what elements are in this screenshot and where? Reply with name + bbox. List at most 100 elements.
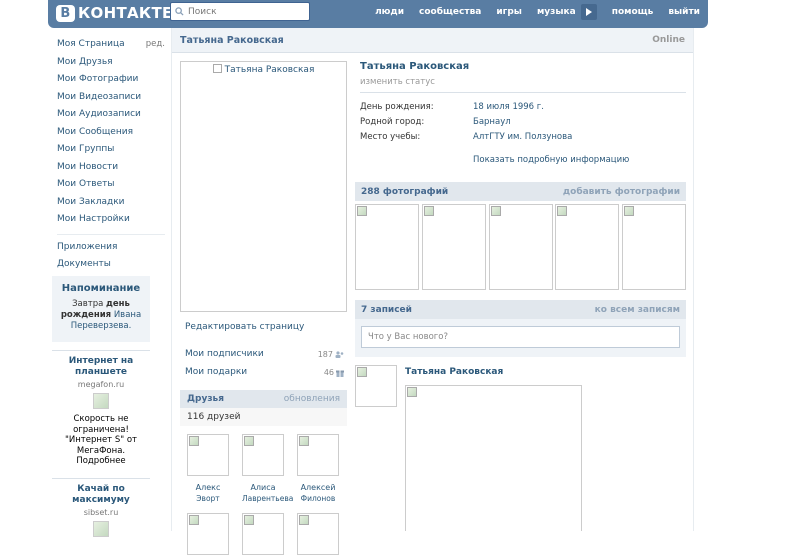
sidebar-item-label: Мои Сообщения [57, 126, 133, 137]
info-label: Родной город: [360, 117, 425, 127]
followers-count: 187 [318, 350, 344, 359]
search-icon [175, 7, 184, 16]
photo-strip [355, 204, 686, 290]
friend-card[interactable] [187, 513, 229, 555]
broken-image-icon [244, 515, 254, 525]
friend-last-name[interactable]: Эворт [187, 493, 229, 504]
sidebar: Моя Страница ред. Мои Друзья Мои Фотограф… [57, 36, 165, 274]
photo-thumb[interactable] [622, 204, 686, 290]
sidebar-item-messages[interactable]: Мои Сообщения [57, 124, 165, 142]
edit-link[interactable]: ред. [146, 36, 165, 54]
sidebar-item-label: Мои Группы [57, 144, 115, 154]
sidebar-item-label: Мои Фотографии [57, 74, 139, 84]
sidebar-item-groups[interactable]: Мои Группы [57, 141, 165, 159]
post-author-name[interactable]: Татьяна Раковская [405, 367, 503, 377]
edit-page-link[interactable]: Редактировать страницу [185, 322, 304, 332]
nav-music[interactable]: музыка [537, 7, 576, 17]
show-more-info-link[interactable]: Показать подробную информацию [473, 155, 629, 165]
play-button[interactable] [580, 4, 597, 20]
people-icon [335, 351, 344, 358]
profile-photo[interactable]: Татьяна Раковская [180, 61, 347, 312]
info-divider [360, 92, 686, 93]
broken-image-icon [490, 206, 501, 216]
ad-block[interactable]: Интернет на планшете megafon.ru Скорость… [52, 350, 150, 467]
reminder-title: Напоминание [61, 283, 141, 294]
sidebar-item-bookmarks[interactable]: Мои Закладки [57, 194, 165, 212]
friend-avatar[interactable] [187, 513, 229, 555]
gifts-link[interactable]: Мои подарки [185, 367, 247, 377]
online-status: Online [652, 35, 685, 45]
sidebar-item-news[interactable]: Мои Новости [57, 159, 165, 177]
ad-block[interactable]: Качай по максимуму sibset.ru [52, 478, 150, 542]
followers-link[interactable]: Мои подписчики [185, 349, 264, 359]
photo-thumb[interactable] [355, 204, 419, 290]
photo-thumb[interactable] [421, 204, 486, 290]
sidebar-item-settings[interactable]: Мои Настройки [57, 211, 165, 229]
info-value[interactable]: 18 июля 1996 г. [473, 102, 544, 112]
sidebar-item-answers[interactable]: Мои Ответы [57, 176, 165, 194]
logo-text: КОНТАКТЕ [78, 4, 173, 22]
sidebar-item-photos[interactable]: Мои Фотографии [57, 71, 165, 89]
friend-card[interactable]: Алиса Лаврентьева [242, 434, 293, 504]
friend-card[interactable]: Алексей Филонов [297, 434, 339, 504]
wall-header[interactable]: 7 записей ко всем записям [355, 300, 686, 319]
photo-thumb[interactable] [488, 204, 553, 290]
page-title: Татьяна Раковская [180, 34, 284, 46]
nav-games[interactable]: игры [496, 7, 522, 17]
friend-card[interactable]: Алекс Эворт [187, 434, 229, 504]
nav-logout[interactable]: выйти [668, 7, 700, 17]
info-row-birthday: День рождения: 18 июля 1996 г. [360, 102, 544, 112]
sidebar-item-label: Мои Настройки [57, 214, 130, 224]
friend-first-name[interactable]: Алексей [297, 482, 339, 493]
sidebar-item-my-page[interactable]: Моя Страница ред. [57, 36, 165, 54]
nav-communities[interactable]: сообщества [419, 7, 481, 17]
photo-thumb[interactable] [555, 204, 620, 290]
wall-post-input[interactable]: Что у Вас нового? [361, 326, 680, 348]
friend-first-name[interactable]: Алекс [187, 482, 229, 493]
sidebar-item-friends[interactable]: Мои Друзья [57, 54, 165, 72]
change-status-link[interactable]: изменить статус [360, 77, 435, 87]
friend-avatar[interactable] [242, 434, 284, 476]
ad-title: Интернет на планшете [68, 356, 134, 377]
broken-image-icon [189, 515, 199, 525]
top-bar: В КОНТАКТЕ Поиск люди сообщества игры му… [48, 0, 708, 28]
broken-image-icon [299, 515, 309, 525]
sidebar-item-audio[interactable]: Мои Аудиозаписи [57, 106, 165, 124]
info-value[interactable]: АлтГТУ им. Ползунова [473, 132, 572, 142]
broken-image-icon [557, 206, 568, 216]
broken-image-icon [189, 436, 199, 446]
friend-avatar[interactable] [187, 434, 229, 476]
friends-header[interactable]: Друзья обновления [180, 390, 347, 408]
add-photos-link[interactable]: добавить фотографии [563, 187, 680, 197]
nav-help[interactable]: помощь [612, 7, 654, 17]
info-value[interactable]: Барнаул [473, 117, 511, 127]
sidebar-item-documents[interactable]: Документы [57, 256, 165, 274]
friend-avatar[interactable] [297, 434, 339, 476]
gift-icon [336, 370, 344, 377]
friend-avatar[interactable] [242, 513, 284, 555]
search-placeholder: Поиск [188, 6, 217, 17]
photos-count: 288 фотографий [361, 186, 449, 197]
sidebar-item-label: Мои Закладки [57, 196, 125, 207]
sidebar-item-label: Мои Ответы [57, 179, 115, 189]
post-image[interactable] [405, 385, 582, 531]
followers-count-value: 187 [317, 350, 333, 359]
friend-avatar[interactable] [297, 513, 339, 555]
vk-logo[interactable]: В КОНТАКТЕ [56, 3, 173, 23]
friends-count: 116 друзей [180, 408, 347, 426]
sidebar-item-label: Документы [57, 259, 111, 269]
friend-first-name[interactable]: Алиса [242, 482, 284, 493]
sidebar-item-apps[interactable]: Приложения [57, 239, 165, 257]
search-input[interactable]: Поиск [170, 2, 310, 21]
post-author-avatar[interactable] [355, 365, 397, 407]
friend-card[interactable] [242, 513, 284, 555]
all-posts-link[interactable]: ко всем записям [595, 305, 680, 315]
friends-updates-link[interactable]: обновления [284, 394, 340, 404]
friend-last-name[interactable]: Филонов [297, 493, 339, 504]
sidebar-item-videos[interactable]: Мои Видеозаписи [57, 89, 165, 107]
nav-people[interactable]: люди [375, 7, 404, 17]
friend-last-name[interactable]: Лаврентьева [242, 493, 293, 504]
broken-image-icon [407, 387, 417, 397]
photos-header[interactable]: 288 фотографий добавить фотографии [355, 182, 686, 201]
friend-card[interactable] [297, 513, 339, 555]
